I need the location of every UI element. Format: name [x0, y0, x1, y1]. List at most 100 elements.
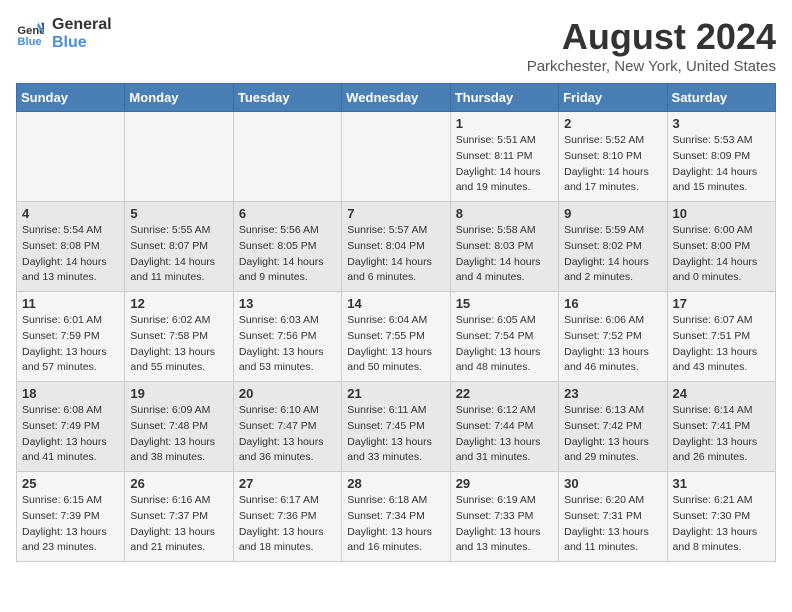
weekday-header-thursday: Thursday	[450, 84, 558, 112]
day-info: Sunrise: 6:21 AMSunset: 7:30 PMDaylight:…	[673, 493, 770, 556]
day-number: 29	[456, 476, 553, 491]
day-info: Sunrise: 6:14 AMSunset: 7:41 PMDaylight:…	[673, 403, 770, 466]
weekday-header-wednesday: Wednesday	[342, 84, 450, 112]
day-info: Sunrise: 6:02 AMSunset: 7:58 PMDaylight:…	[130, 313, 227, 376]
day-cell: 26 Sunrise: 6:16 AMSunset: 7:37 PMDayligh…	[125, 472, 233, 562]
day-number: 5	[130, 206, 227, 221]
day-cell: 25 Sunrise: 6:15 AMSunset: 7:39 PMDayligh…	[17, 472, 125, 562]
weekday-header-tuesday: Tuesday	[233, 84, 341, 112]
day-info: Sunrise: 6:18 AMSunset: 7:34 PMDaylight:…	[347, 493, 444, 556]
day-info: Sunrise: 6:03 AMSunset: 7:56 PMDaylight:…	[239, 313, 336, 376]
day-info: Sunrise: 6:12 AMSunset: 7:44 PMDaylight:…	[456, 403, 553, 466]
month-year-title: August 2024	[527, 16, 776, 58]
location-subtitle: Parkchester, New York, United States	[527, 58, 776, 75]
day-number: 11	[22, 296, 119, 311]
day-cell: 18 Sunrise: 6:08 AMSunset: 7:49 PMDayligh…	[17, 382, 125, 472]
day-number: 3	[673, 116, 770, 131]
day-info: Sunrise: 6:05 AMSunset: 7:54 PMDaylight:…	[456, 313, 553, 376]
day-number: 20	[239, 386, 336, 401]
day-number: 4	[22, 206, 119, 221]
day-number: 18	[22, 386, 119, 401]
weekday-header-monday: Monday	[125, 84, 233, 112]
day-cell: 13 Sunrise: 6:03 AMSunset: 7:56 PMDayligh…	[233, 292, 341, 382]
day-info: Sunrise: 6:00 AMSunset: 8:00 PMDaylight:…	[673, 223, 770, 286]
day-number: 24	[673, 386, 770, 401]
day-cell: 4 Sunrise: 5:54 AMSunset: 8:08 PMDaylight…	[17, 202, 125, 292]
day-cell: 15Sunrise: 6:05 AMSunset: 7:54 PMDayligh…	[450, 292, 558, 382]
day-info: Sunrise: 6:07 AMSunset: 7:51 PMDaylight:…	[673, 313, 770, 376]
day-cell: 9 Sunrise: 5:59 AMSunset: 8:02 PMDaylight…	[559, 202, 667, 292]
day-number: 30	[564, 476, 661, 491]
day-cell: 17 Sunrise: 6:07 AMSunset: 7:51 PMDayligh…	[667, 292, 775, 382]
day-number: 16	[564, 296, 661, 311]
day-info: Sunrise: 6:17 AMSunset: 7:36 PMDaylight:…	[239, 493, 336, 556]
week-row-4: 18 Sunrise: 6:08 AMSunset: 7:49 PMDayligh…	[17, 382, 776, 472]
day-cell: 27 Sunrise: 6:17 AMSunset: 7:36 PMDayligh…	[233, 472, 341, 562]
day-cell: 16 Sunrise: 6:06 AMSunset: 7:52 PMDayligh…	[559, 292, 667, 382]
day-info: Sunrise: 6:11 AMSunset: 7:45 PMDaylight:…	[347, 403, 444, 466]
day-number: 6	[239, 206, 336, 221]
week-row-1: 1 Sunrise: 5:51 AMSunset: 8:11 PMDaylight…	[17, 112, 776, 202]
day-number: 26	[130, 476, 227, 491]
day-info: Sunrise: 6:16 AMSunset: 7:37 PMDaylight:…	[130, 493, 227, 556]
day-cell: 19 Sunrise: 6:09 AMSunset: 7:48 PMDayligh…	[125, 382, 233, 472]
day-cell: 3 Sunrise: 5:53 AMSunset: 8:09 PMDaylight…	[667, 112, 775, 202]
svg-text:Blue: Blue	[17, 36, 41, 48]
day-cell: 28 Sunrise: 6:18 AMSunset: 7:34 PMDayligh…	[342, 472, 450, 562]
day-info: Sunrise: 5:57 AMSunset: 8:04 PMDaylight:…	[347, 223, 444, 286]
day-info: Sunrise: 6:08 AMSunset: 7:49 PMDaylight:…	[22, 403, 119, 466]
weekday-header-saturday: Saturday	[667, 84, 775, 112]
day-info: Sunrise: 5:54 AMSunset: 8:08 PMDaylight:…	[22, 223, 119, 286]
day-cell: 11 Sunrise: 6:01 AMSunset: 7:59 PMDayligh…	[17, 292, 125, 382]
day-cell: 20 Sunrise: 6:10 AMSunset: 7:47 PMDayligh…	[233, 382, 341, 472]
day-info: Sunrise: 5:55 AMSunset: 8:07 PMDaylight:…	[130, 223, 227, 286]
day-info: Sunrise: 5:56 AMSunset: 8:05 PMDaylight:…	[239, 223, 336, 286]
day-info: Sunrise: 6:09 AMSunset: 7:48 PMDaylight:…	[130, 403, 227, 466]
day-info: Sunrise: 6:19 AMSunset: 7:33 PMDaylight:…	[456, 493, 553, 556]
day-info: Sunrise: 5:51 AMSunset: 8:11 PMDaylight:…	[456, 133, 553, 196]
day-info: Sunrise: 6:06 AMSunset: 7:52 PMDaylight:…	[564, 313, 661, 376]
day-number: 25	[22, 476, 119, 491]
day-cell: 23 Sunrise: 6:13 AMSunset: 7:42 PMDayligh…	[559, 382, 667, 472]
day-cell: 30Sunrise: 6:20 AMSunset: 7:31 PMDayligh…	[559, 472, 667, 562]
day-number: 17	[673, 296, 770, 311]
title-block: August 2024 Parkchester, New York, Unite…	[527, 16, 776, 75]
day-info: Sunrise: 5:53 AMSunset: 8:09 PMDaylight:…	[673, 133, 770, 196]
day-number: 22	[456, 386, 553, 401]
day-info: Sunrise: 5:59 AMSunset: 8:02 PMDaylight:…	[564, 223, 661, 286]
day-cell: 5 Sunrise: 5:55 AMSunset: 8:07 PMDaylight…	[125, 202, 233, 292]
day-info: Sunrise: 6:01 AMSunset: 7:59 PMDaylight:…	[22, 313, 119, 376]
day-info: Sunrise: 6:13 AMSunset: 7:42 PMDaylight:…	[564, 403, 661, 466]
day-number: 2	[564, 116, 661, 131]
day-number: 19	[130, 386, 227, 401]
logo: General Blue General Blue	[16, 16, 112, 52]
day-cell	[125, 112, 233, 202]
day-cell	[342, 112, 450, 202]
day-cell	[233, 112, 341, 202]
day-cell: 2Sunrise: 5:52 AMSunset: 8:10 PMDaylight…	[559, 112, 667, 202]
weekday-header-friday: Friday	[559, 84, 667, 112]
logo-blue: Blue	[52, 34, 112, 52]
day-number: 27	[239, 476, 336, 491]
day-cell: 12Sunrise: 6:02 AMSunset: 7:58 PMDayligh…	[125, 292, 233, 382]
day-number: 10	[673, 206, 770, 221]
day-number: 28	[347, 476, 444, 491]
day-cell: 6 Sunrise: 5:56 AMSunset: 8:05 PMDaylight…	[233, 202, 341, 292]
day-cell: 14Sunrise: 6:04 AMSunset: 7:55 PMDayligh…	[342, 292, 450, 382]
day-number: 9	[564, 206, 661, 221]
day-number: 13	[239, 296, 336, 311]
day-info: Sunrise: 6:15 AMSunset: 7:39 PMDaylight:…	[22, 493, 119, 556]
day-cell: 7 Sunrise: 5:57 AMSunset: 8:04 PMDaylight…	[342, 202, 450, 292]
weekday-header-row: SundayMondayTuesdayWednesdayThursdayFrid…	[17, 84, 776, 112]
day-number: 14	[347, 296, 444, 311]
calendar-table: SundayMondayTuesdayWednesdayThursdayFrid…	[16, 83, 776, 562]
day-cell: 24 Sunrise: 6:14 AMSunset: 7:41 PMDayligh…	[667, 382, 775, 472]
day-number: 1	[456, 116, 553, 131]
logo-general: General	[52, 16, 112, 34]
day-cell: 29 Sunrise: 6:19 AMSunset: 7:33 PMDayligh…	[450, 472, 558, 562]
day-info: Sunrise: 6:10 AMSunset: 7:47 PMDaylight:…	[239, 403, 336, 466]
day-number: 23	[564, 386, 661, 401]
day-cell: 31Sunrise: 6:21 AMSunset: 7:30 PMDayligh…	[667, 472, 775, 562]
day-cell: 10 Sunrise: 6:00 AMSunset: 8:00 PMDayligh…	[667, 202, 775, 292]
day-number: 7	[347, 206, 444, 221]
